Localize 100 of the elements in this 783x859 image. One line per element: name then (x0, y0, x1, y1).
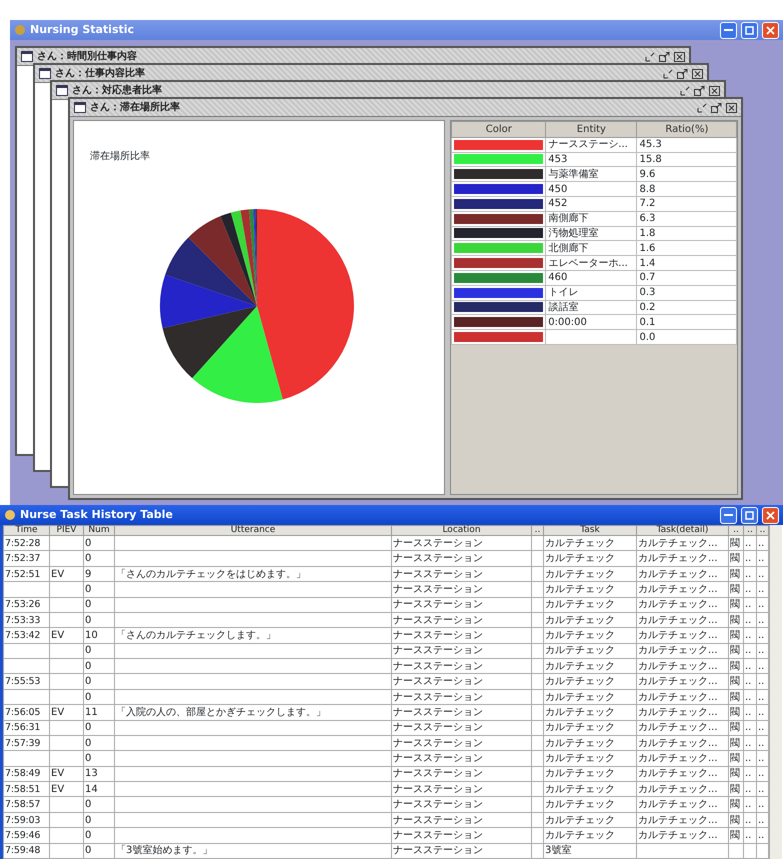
table-cell: 7:53:42 (4, 628, 50, 644)
table-cell: 0.7 (636, 270, 737, 286)
close-button[interactable] (762, 506, 779, 524)
column-header[interactable]: .. (532, 526, 544, 536)
table-cell: 閥 (728, 582, 744, 598)
maximize-button[interactable] (741, 506, 758, 524)
table-cell: 1.8 (636, 226, 737, 241)
minimize-button[interactable] (720, 22, 737, 38)
table-cell: 0 (84, 643, 114, 659)
table-cell: 9 (84, 566, 114, 582)
table-cell: .. (744, 597, 756, 612)
table-cell: 15.8 (636, 152, 737, 167)
column-header[interactable]: Ratio(%) (636, 121, 737, 138)
table-cell: .. (744, 766, 756, 782)
column-header[interactable]: Time (4, 526, 50, 536)
column-header[interactable]: PIEV (50, 526, 84, 536)
column-header[interactable]: Task (544, 526, 636, 536)
table-cell: ナースステーション (392, 582, 532, 598)
frame-title: さん：仕事内容比率 (55, 66, 146, 81)
table-cell: 0 (84, 812, 114, 828)
table-cell: カルテチェック (544, 597, 636, 612)
table-cell: 7:58:51 (4, 782, 50, 797)
table-cell: カルテチェック... (636, 597, 728, 612)
table-cell: 7:59:03 (4, 812, 50, 828)
maximize-icon (745, 26, 754, 34)
table-cell: ナースステーション (392, 658, 532, 674)
table-cell: 452 (546, 196, 637, 212)
table-cell: ナースステーション (392, 735, 532, 751)
table-cell: カルテチェック... (636, 582, 728, 598)
table-cell: 7:52:37 (4, 550, 50, 566)
table-cell: .. (744, 566, 756, 582)
iconify-icon (663, 68, 673, 78)
frame-icon (21, 51, 33, 62)
column-header[interactable]: Color (452, 121, 546, 138)
frame-title: さん：対応患者比率 (72, 83, 163, 98)
table-cell: カルテチェック (544, 658, 636, 674)
table-cell: 閥 (728, 812, 744, 828)
frame-title: さん：滞在場所比率 (90, 100, 181, 115)
table-cell: 7:56:31 (4, 720, 50, 736)
table-cell: ナースステーション (392, 828, 532, 844)
scrollbar[interactable] (769, 525, 782, 859)
table-cell: .. (744, 643, 756, 659)
minimize-icon (724, 29, 733, 31)
table-cell: ナースステーシ... (546, 137, 637, 152)
table-cell: 0 (84, 536, 114, 551)
table-cell: ナースステーション (392, 843, 532, 858)
column-header[interactable]: Num (84, 526, 114, 536)
close-button[interactable] (762, 22, 779, 38)
table-cell: .. (744, 550, 756, 566)
table-cell: 1.6 (636, 240, 737, 256)
close-icon (726, 102, 737, 112)
table-cell: ナースステーション (392, 597, 532, 612)
table-cell: 閥 (728, 566, 744, 582)
table-cell: カルテチェック (544, 735, 636, 751)
table-cell: 「3號室始めます。」 (114, 843, 392, 858)
table-cell: ナースステーション (392, 612, 532, 628)
column-header[interactable]: .. (744, 526, 756, 536)
table-cell: 0 (84, 674, 114, 690)
minimize-button[interactable] (720, 506, 737, 524)
table-cell: カルテチェック (544, 566, 636, 582)
table-cell: 0 (84, 582, 114, 598)
table-cell: 0 (84, 689, 114, 705)
table-cell: ナースステーション (392, 720, 532, 736)
table-cell: カルテチェック (544, 550, 636, 566)
maximize-button[interactable] (741, 22, 758, 38)
table-cell: ナースステーション (392, 689, 532, 705)
table-cell: カルテチェック... (636, 536, 728, 551)
table-cell: カルテチェック (544, 674, 636, 690)
column-header[interactable]: .. (756, 526, 768, 536)
minimize-icon (724, 514, 733, 516)
table-cell: 7:58:49 (4, 766, 50, 782)
table-cell: 閥 (728, 674, 744, 690)
frame-title: さん：時間別仕事内容 (37, 49, 138, 64)
table-cell: カルテチェック... (636, 566, 728, 582)
table-cell: 北側廊下 (546, 240, 637, 256)
table-cell: カルテチェック... (636, 550, 728, 566)
table-cell: 45.3 (636, 137, 737, 152)
table-cell: 7:58:57 (4, 796, 50, 812)
frame-icon (74, 102, 86, 113)
table-cell: カルテチェック... (636, 828, 728, 844)
column-header[interactable]: Task(detail) (636, 526, 728, 536)
table-cell: ナースステーション (392, 766, 532, 782)
table-cell: 閥 (728, 782, 744, 797)
table-cell: カルテチェック (544, 536, 636, 551)
close-icon (674, 52, 685, 62)
table-cell: .. (744, 750, 756, 766)
table-cell: 0.0 (636, 330, 737, 344)
column-header[interactable]: .. (728, 526, 744, 536)
table-cell: 9.6 (636, 166, 737, 182)
column-header[interactable]: Entity (546, 121, 637, 138)
column-header[interactable]: Utterance (114, 526, 392, 536)
table-cell: 0.1 (636, 314, 737, 330)
table-cell: 0.2 (636, 300, 737, 315)
table-cell: .. (744, 735, 756, 751)
table-cell: 南側廊下 (546, 211, 637, 226)
table-cell: カルテチェック (544, 582, 636, 598)
column-header[interactable]: Location (392, 526, 532, 536)
close-icon (766, 510, 775, 520)
table-cell: カルテチェック (544, 828, 636, 844)
iconify-icon (697, 102, 707, 112)
